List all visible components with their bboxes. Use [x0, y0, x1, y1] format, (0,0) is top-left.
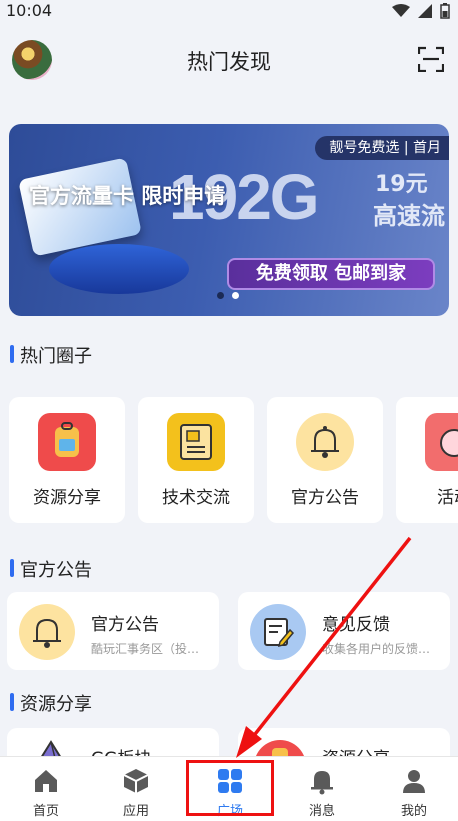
- banner-subtitle: 高速流: [373, 202, 445, 230]
- circle-label: 资源分享: [33, 488, 101, 508]
- tab-profile[interactable]: 我的: [368, 757, 458, 821]
- gift-icon: [425, 413, 458, 471]
- status-icons: [392, 3, 450, 19]
- tab-label: 我的: [400, 804, 427, 819]
- notice-desc: 收集各用户的反馈…: [322, 642, 431, 656]
- bell-icon: [296, 413, 354, 471]
- carousel-dot[interactable]: [217, 292, 224, 299]
- circle-label: 技术交流: [162, 488, 230, 508]
- circle-card-announcement[interactable]: 官方公告: [267, 397, 383, 523]
- status-time: 10:04: [6, 1, 53, 20]
- tab-apps[interactable]: 应用: [90, 757, 182, 821]
- feedback-icon: [250, 604, 306, 660]
- section-title-circles: 热门圈子: [10, 342, 92, 368]
- box-icon: [123, 769, 149, 793]
- signal-icon: [418, 4, 432, 18]
- wifi-icon: [392, 4, 410, 17]
- section-title-notices: 官方公告: [10, 556, 92, 582]
- carousel-dots: [217, 292, 239, 299]
- scan-icon[interactable]: [418, 46, 444, 72]
- home-icon: [35, 770, 57, 792]
- carousel-dot-active[interactable]: [232, 292, 239, 299]
- notebook-icon: [167, 413, 225, 471]
- backpack-icon: [38, 413, 96, 471]
- notice-title: 官方公告: [91, 615, 159, 635]
- notice-title: 意见反馈: [322, 615, 390, 635]
- notice-desc: 酷玩汇事务区（投…: [91, 642, 200, 656]
- banner-pedestal: [49, 244, 189, 294]
- status-bar: 10:04: [0, 0, 458, 24]
- circle-card-activity[interactable]: 活动: [396, 397, 458, 523]
- section-title-resources: 资源分享: [10, 690, 92, 716]
- promo-banner[interactable]: 靓号免费选 | 首月 192G 19元 高速流 免费领取 包邮到家 官方流量卡 …: [9, 124, 449, 316]
- header: 热门发现: [0, 36, 458, 86]
- banner-price: 19元: [375, 172, 428, 197]
- banner-headline: 官方流量卡 限时申请: [29, 184, 226, 208]
- annotation-highlight-box: [186, 760, 274, 816]
- banner-claim-button[interactable]: 免费领取 包邮到家: [227, 258, 435, 290]
- tab-label: 应用: [122, 804, 149, 819]
- circle-card-tech[interactable]: 技术交流: [138, 397, 254, 523]
- notice-card-official[interactable]: 官方公告 酷玩汇事务区（投…: [7, 592, 219, 670]
- bell-icon: [19, 604, 75, 660]
- bell-icon: [311, 771, 333, 795]
- circle-card-resources[interactable]: 资源分享: [9, 397, 125, 523]
- banner-tag: 靓号免费选 | 首月: [315, 136, 449, 160]
- page-title: 热门发现: [187, 50, 271, 74]
- tab-home[interactable]: 首页: [0, 757, 92, 821]
- notice-card-feedback[interactable]: 意见反馈 收集各用户的反馈…: [238, 592, 450, 670]
- person-icon: [403, 770, 425, 793]
- circle-label: 官方公告: [291, 488, 359, 508]
- circle-label: 活动: [437, 488, 458, 508]
- tab-label: 首页: [32, 804, 59, 819]
- tab-messages[interactable]: 消息: [276, 757, 368, 821]
- battery-icon: [440, 3, 450, 19]
- circles-scroller[interactable]: 资源分享 技术交流 官方公告 活动: [9, 397, 458, 523]
- tab-label: 消息: [308, 804, 335, 819]
